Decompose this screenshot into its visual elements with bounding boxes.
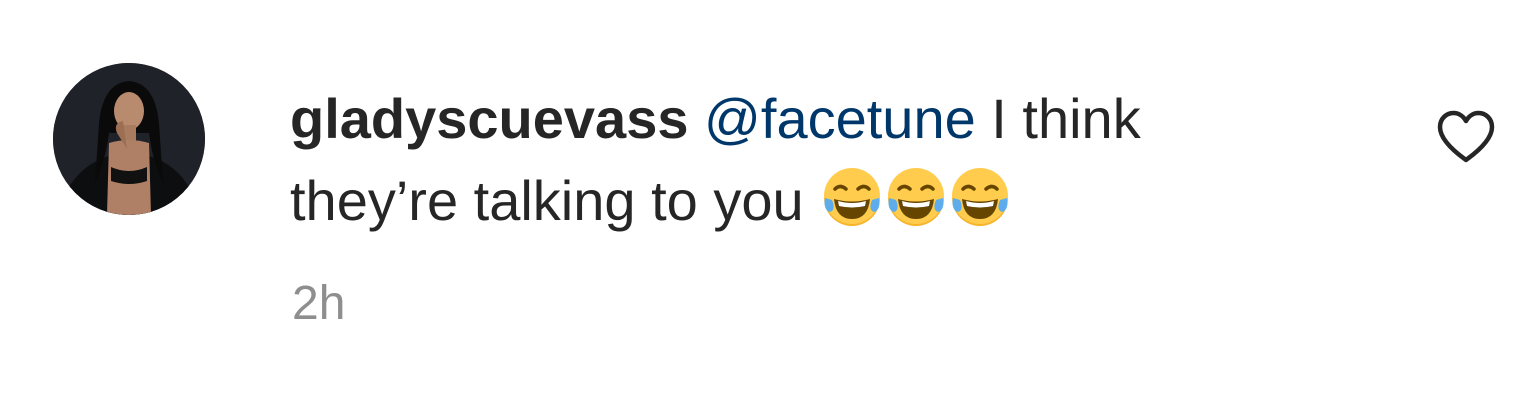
comment-text: gladyscuevass @facetune I think they’re … <box>290 78 1370 242</box>
face-with-tears-of-joy-icon <box>821 168 883 230</box>
username-link[interactable]: gladyscuevass <box>290 87 688 150</box>
face-with-tears-of-joy-icon <box>885 168 947 230</box>
like-button[interactable] <box>1436 110 1496 164</box>
mention-link[interactable]: @facetune <box>704 87 976 150</box>
avatar[interactable] <box>53 63 205 215</box>
comment: gladyscuevass @facetune I think they’re … <box>0 0 1528 416</box>
comment-text-line1: I think <box>975 87 1141 150</box>
avatar-image <box>53 63 205 215</box>
heart-outline-icon <box>1437 110 1495 163</box>
comment-timestamp[interactable]: 2h <box>292 276 345 332</box>
face-with-tears-of-joy-icon <box>949 168 1011 230</box>
comment-text-line2: they’re talking to you <box>290 169 820 232</box>
